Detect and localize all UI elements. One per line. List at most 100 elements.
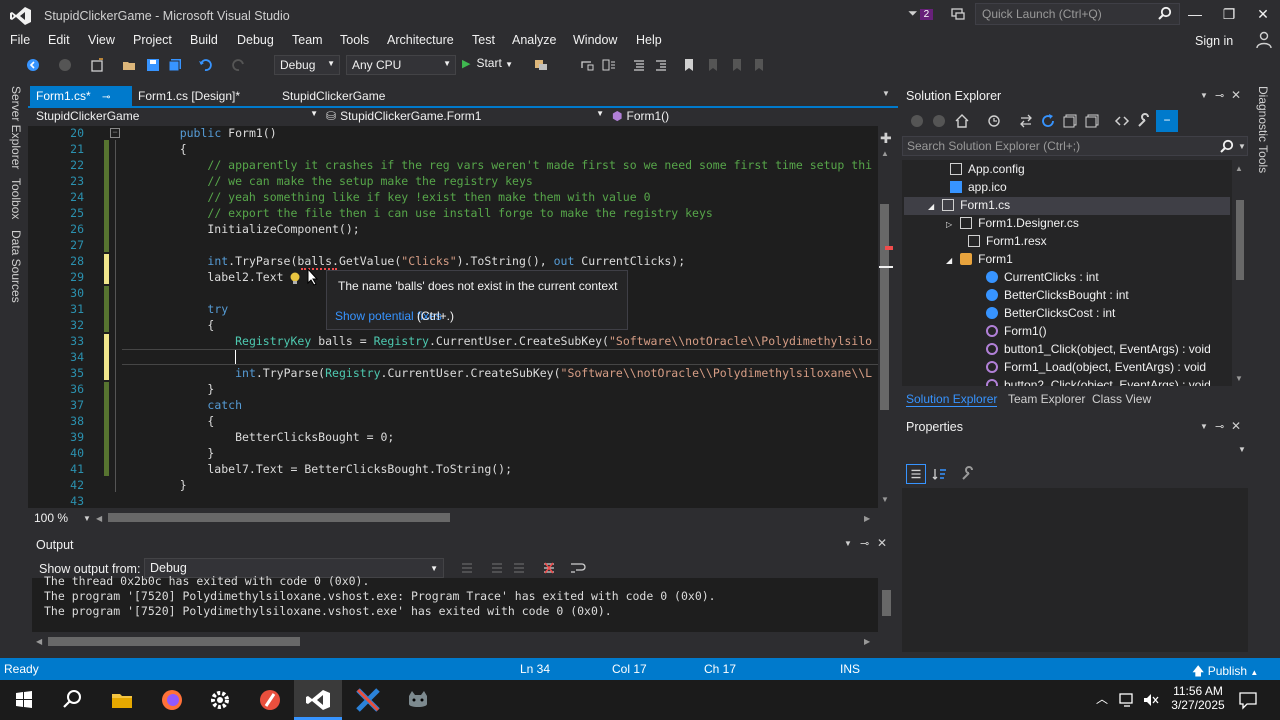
navigate-forward-icon[interactable]: [58, 58, 72, 72]
scroll-right-icon[interactable]: ▶: [864, 637, 870, 646]
menu-view[interactable]: View: [88, 33, 115, 47]
menu-help[interactable]: Help: [636, 33, 662, 47]
file-explorer-icon[interactable]: [108, 686, 136, 714]
notification-center-icon[interactable]: [1238, 690, 1258, 710]
tab-form1-design[interactable]: Form1.cs [Design]*: [132, 86, 256, 106]
menu-debug[interactable]: Debug: [237, 33, 274, 47]
tree-item-member[interactable]: Form1(): [986, 324, 1047, 338]
browser-link-icon[interactable]: [534, 58, 548, 72]
menu-analyze[interactable]: Analyze: [512, 33, 556, 47]
tree-item-app-ico[interactable]: app.ico: [950, 180, 1007, 194]
quick-launch-input[interactable]: Quick Launch (Ctrl+Q): [975, 3, 1180, 25]
scroll-right-icon[interactable]: ▶: [864, 514, 870, 523]
code-line[interactable]: BetterClicksBought = 0;: [152, 430, 394, 444]
bookmark-next-icon[interactable]: [730, 58, 744, 72]
scroll-up-icon[interactable]: ▲: [881, 149, 889, 158]
collapse-icon[interactable]: −: [110, 128, 120, 138]
windows-start-icon[interactable]: [10, 686, 38, 714]
navigate-back-icon[interactable]: [26, 58, 40, 72]
code-line[interactable]: {: [152, 318, 214, 332]
member-dropdown[interactable]: ⬢ Form1(): [612, 109, 874, 123]
collapse-all-icon[interactable]: [1062, 113, 1078, 129]
show-all-files-icon[interactable]: [1084, 113, 1100, 129]
tree-scroll-thumb[interactable]: [1236, 200, 1244, 280]
tab-project-label[interactable]: StupidClickerGame: [276, 86, 391, 106]
minimize-icon[interactable]: —: [1178, 0, 1212, 30]
platform-dropdown[interactable]: Any CPU ▼: [346, 55, 456, 75]
scroll-left-icon[interactable]: ◀: [96, 514, 102, 523]
close-icon[interactable]: ✕: [1231, 419, 1241, 433]
restore-icon[interactable]: ❐: [1212, 0, 1246, 30]
tree-item-app-config[interactable]: App.config: [950, 162, 1025, 176]
menu-architecture[interactable]: Architecture: [387, 33, 454, 47]
code-line[interactable]: InitializeComponent();: [152, 222, 359, 236]
toolbox-tab[interactable]: Toolbox: [9, 178, 23, 219]
chevron-down-icon[interactable]: ▼: [83, 514, 91, 523]
menu-test[interactable]: Test: [472, 33, 495, 47]
chevron-down-icon[interactable]: ▼: [844, 539, 852, 548]
bookmark-prev-icon[interactable]: [706, 58, 720, 72]
tree-item-form1-designer[interactable]: ▷ Form1.Designer.cs: [946, 216, 1079, 230]
sign-in-link[interactable]: Sign in: [1195, 34, 1233, 48]
split-icon[interactable]: ✚: [880, 130, 892, 146]
code-line[interactable]: }: [152, 382, 214, 396]
scroll-down-icon[interactable]: ▼: [1235, 374, 1243, 383]
code-line[interactable]: {: [152, 142, 187, 156]
data-sources-tab[interactable]: Data Sources: [9, 230, 23, 303]
close-icon[interactable]: ✕: [1231, 88, 1241, 102]
code-line[interactable]: try: [152, 302, 228, 316]
next-message-icon[interactable]: [512, 561, 526, 575]
code-line[interactable]: // export the file then i can use instal…: [152, 206, 712, 220]
bookmark-icon[interactable]: [682, 58, 696, 72]
output-scroll-thumb[interactable]: [882, 590, 891, 616]
tree-item-member[interactable]: CurrentClicks : int: [986, 270, 1099, 284]
code-line[interactable]: }: [152, 446, 214, 460]
comment-out-icon[interactable]: [632, 58, 646, 72]
tree-item-form1-cs[interactable]: ◢ Form1.cs: [928, 198, 1010, 212]
undo-icon[interactable]: [198, 58, 212, 72]
feedback-icon[interactable]: [950, 6, 966, 22]
save-all-icon[interactable]: [168, 58, 182, 72]
code-line[interactable]: // apparently it crashes if the reg vars…: [152, 158, 872, 172]
code-line[interactable]: label7.Text = BetterClicksBought.ToStrin…: [152, 462, 512, 476]
output-horizontal-scroll-thumb[interactable]: [48, 637, 300, 646]
menu-project[interactable]: Project: [133, 33, 172, 47]
horizontal-scroll-thumb[interactable]: [108, 513, 450, 522]
previous-message-icon[interactable]: [490, 561, 504, 575]
start-debugging-button[interactable]: ▶ Start ▼: [462, 56, 513, 70]
toggle-icon[interactable]: [602, 58, 616, 72]
code-line[interactable]: }: [152, 478, 187, 492]
chevron-down-icon[interactable]: ▼: [1238, 142, 1246, 151]
tab-form1-cs[interactable]: Form1.cs* ⊸ ✕: [30, 86, 132, 117]
pin-icon[interactable]: ⊸: [1215, 420, 1224, 433]
menu-tools[interactable]: Tools: [340, 33, 369, 47]
sync-icon[interactable]: [1018, 113, 1034, 129]
close-icon[interactable]: ✕: [877, 536, 887, 550]
tab-team-explorer[interactable]: Team Explorer: [1008, 392, 1085, 406]
preview-selected-items-button[interactable]: −: [1156, 110, 1178, 132]
code-line[interactable]: label2.Text: [152, 270, 283, 284]
code-line[interactable]: // we can make the setup make the regist…: [152, 174, 532, 188]
properties-object-dropdown[interactable]: [902, 440, 1248, 458]
bookmark-clear-icon[interactable]: [752, 58, 766, 72]
paint-icon[interactable]: [256, 686, 284, 714]
tree-item-member[interactable]: BetterClicksBought : int: [986, 288, 1129, 302]
menu-edit[interactable]: Edit: [48, 33, 70, 47]
pin-icon[interactable]: ⊸: [1215, 89, 1224, 102]
configuration-dropdown[interactable]: Debug ▼: [274, 55, 340, 75]
search-icon[interactable]: [58, 686, 86, 714]
forward-icon[interactable]: [932, 114, 946, 128]
tree-item-form1-class[interactable]: ◢ Form1: [946, 252, 1013, 266]
code-line[interactable]: catch: [152, 398, 242, 412]
scroll-left-icon[interactable]: ◀: [36, 637, 42, 646]
cat-app-icon[interactable]: [404, 686, 432, 714]
project-dropdown[interactable]: StupidClickerGame ▼: [36, 109, 318, 123]
system-clock[interactable]: 11:56 AM 3/27/2025: [1170, 684, 1226, 712]
word-wrap-icon[interactable]: [570, 561, 586, 575]
chevron-down-icon[interactable]: ▼: [1200, 91, 1208, 100]
close-icon[interactable]: ✕: [1246, 0, 1280, 30]
settings-gear-icon[interactable]: [206, 686, 234, 714]
view-code-icon[interactable]: [1114, 113, 1130, 129]
firefox-icon[interactable]: [158, 686, 186, 714]
menu-build[interactable]: Build: [190, 33, 218, 47]
